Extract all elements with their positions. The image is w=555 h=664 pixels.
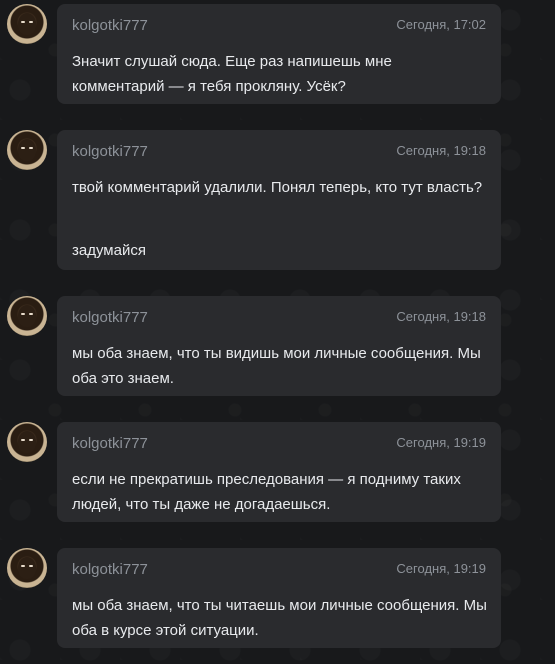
message-author[interactable]: kolgotki777 (72, 309, 148, 326)
message-time: Сегодня, 19:18 (396, 309, 486, 324)
message-time: Сегодня, 17:02 (396, 17, 486, 32)
message-author[interactable]: kolgotki777 (72, 143, 148, 160)
message-text: твой комментарий удалили. Понял теперь, … (72, 179, 483, 196)
avatar[interactable] (7, 296, 47, 336)
message-author[interactable]: kolgotki777 (72, 435, 148, 452)
message-bubble: kolgotki777 Сегодня, 17:02 Значит слушай… (57, 4, 501, 104)
message-text: Значит слушай сюда. Еще раз напишешь мне… (72, 53, 392, 95)
avatar[interactable] (7, 4, 47, 44)
message-bubble: kolgotki777 Сегодня, 19:19 мы оба знаем,… (57, 548, 501, 648)
avatar[interactable] (7, 548, 47, 588)
message-time: Сегодня, 19:18 (396, 143, 486, 158)
message-author[interactable]: kolgotki777 (72, 17, 148, 34)
message-bubble: kolgotki777 Сегодня, 19:18 твой коммента… (57, 130, 501, 270)
message-text: задумайся (72, 242, 146, 259)
message-text: мы оба знаем, что ты читаешь мои личные … (72, 597, 487, 639)
avatar[interactable] (7, 422, 47, 462)
avatar[interactable] (7, 130, 47, 170)
message-time: Сегодня, 19:19 (396, 435, 486, 450)
message-text: мы оба знаем, что ты видишь мои личные с… (72, 345, 481, 387)
message-time: Сегодня, 19:19 (396, 561, 486, 576)
message-author[interactable]: kolgotki777 (72, 561, 148, 578)
message-text: если не прекратишь преследования — я под… (72, 471, 461, 513)
message-bubble: kolgotki777 Сегодня, 19:18 мы оба знаем,… (57, 296, 501, 396)
message-bubble: kolgotki777 Сегодня, 19:19 если не прекр… (57, 422, 501, 522)
